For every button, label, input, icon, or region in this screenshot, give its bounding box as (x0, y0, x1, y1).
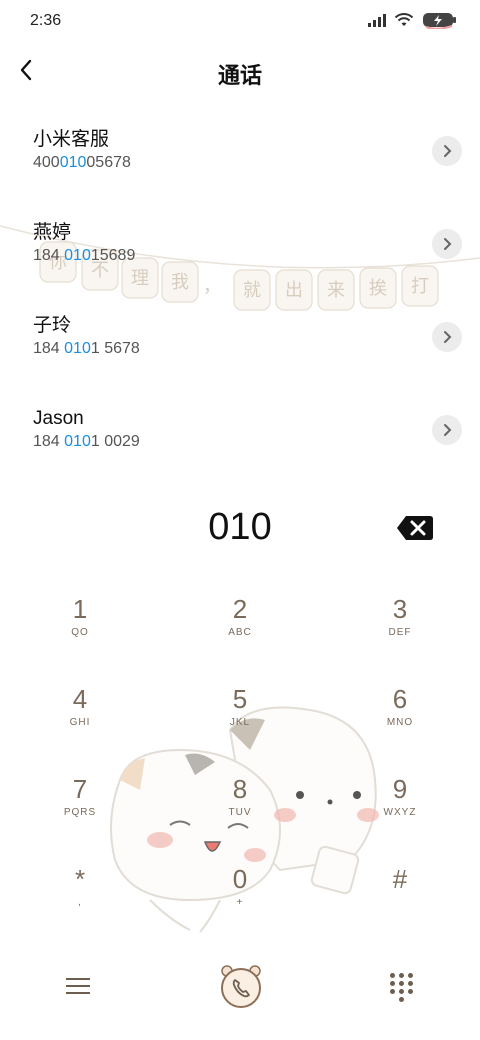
key-letters: TUV (228, 807, 252, 818)
key-digit: 2 (232, 594, 248, 624)
cellular-signal-icon (368, 13, 386, 27)
key-9[interactable]: 9 WXYZ (320, 772, 480, 862)
contact-row[interactable]: 燕婷 184 01015689 (0, 211, 480, 304)
key-digit: 9 (392, 774, 408, 804)
key-digit: 8 (232, 774, 248, 804)
key-letters: GHI (69, 717, 91, 728)
battery-charging-icon (423, 13, 456, 29)
call-button[interactable] (218, 963, 264, 1009)
key-letters: WXYZ (383, 807, 417, 818)
key-digit: 6 (392, 684, 408, 714)
header: 通话 (0, 42, 480, 98)
key-letters: JKL (229, 717, 251, 728)
dialpad-toggle-button[interactable] (388, 972, 416, 1002)
contact-row[interactable]: Jason 184 0101 0029 (0, 397, 480, 490)
key-star[interactable]: *, (0, 862, 160, 952)
key-3[interactable]: 3 DEF (320, 592, 480, 682)
key-2[interactable]: 2 ABC (160, 592, 320, 682)
chevron-right-icon (444, 145, 452, 157)
contact-number: 40001005678 (33, 154, 131, 171)
key-letters: , (78, 897, 82, 908)
chevron-right-icon (444, 238, 452, 250)
key-digit: 5 (232, 684, 248, 714)
key-digit: 4 (72, 684, 88, 714)
chevron-right-icon (444, 424, 452, 436)
delete-button[interactable] (396, 514, 434, 542)
status-bar: 2:36 (0, 0, 480, 42)
contact-name: 子玲 (33, 315, 72, 336)
contact-number: 184 01015689 (33, 247, 136, 264)
key-letters: + (236, 897, 244, 908)
key-digit: 3 (392, 594, 408, 624)
chevron-right-icon (444, 331, 452, 343)
contact-number: 184 0101 0029 (33, 433, 140, 450)
key-1[interactable]: 1 QO (0, 592, 160, 682)
key-letters: PQRS (63, 807, 97, 818)
contact-detail-button[interactable] (432, 229, 462, 259)
page-title: 通话 (217, 63, 262, 88)
status-icons (368, 11, 458, 29)
key-0[interactable]: 0 + (160, 862, 320, 952)
contact-name: 燕婷 (33, 222, 72, 243)
menu-icon (64, 978, 92, 994)
key-digit: # (392, 864, 408, 894)
status-time: 2:36 (30, 12, 62, 29)
key-5[interactable]: 5 JKL (160, 682, 320, 772)
key-7[interactable]: 7 PQRS (0, 772, 160, 862)
contact-row[interactable]: 小米客服 40001005678 (0, 118, 480, 211)
key-4[interactable]: 4 GHI (0, 682, 160, 772)
wifi-icon (394, 13, 414, 26)
key-letters: QO (71, 627, 89, 638)
contact-row[interactable]: 子玲 184 0101 5678 (0, 304, 480, 397)
key-digit: 0 (232, 864, 248, 894)
key-digit: 1 (72, 594, 88, 624)
key-digit: 7 (72, 774, 88, 804)
key-letters: ABC (228, 627, 252, 638)
contact-detail-button[interactable] (432, 415, 462, 445)
contact-number: 184 0101 5678 (33, 340, 140, 357)
phone-call-icon (221, 965, 261, 1008)
key-6[interactable]: 6 MNO (320, 682, 480, 772)
key-digit: * (74, 864, 86, 894)
dialed-number-row: 010 (0, 500, 480, 556)
contact-list: 小米客服 40001005678 燕婷 184 01015689 子玲 184 … (0, 118, 480, 490)
dialpad: 1 QO 2 ABC 3 DEF 4 GHI 5 JKL 6 MNO 7 PQRS 8 TUV … (0, 592, 480, 952)
backspace-icon (397, 516, 433, 540)
menu-button[interactable] (64, 973, 92, 1001)
contact-name: Jason (33, 408, 84, 429)
bottom-bar (0, 955, 480, 1019)
contact-detail-button[interactable] (432, 322, 462, 352)
dialpad-icon (390, 972, 395, 978)
contact-detail-button[interactable] (432, 136, 462, 166)
key-8[interactable]: 8 TUV (160, 772, 320, 862)
key-letters: DEF (388, 627, 412, 638)
contact-name: 小米客服 (33, 129, 110, 150)
key-hash[interactable]: # (320, 862, 480, 952)
key-letters: MNO (386, 717, 414, 728)
